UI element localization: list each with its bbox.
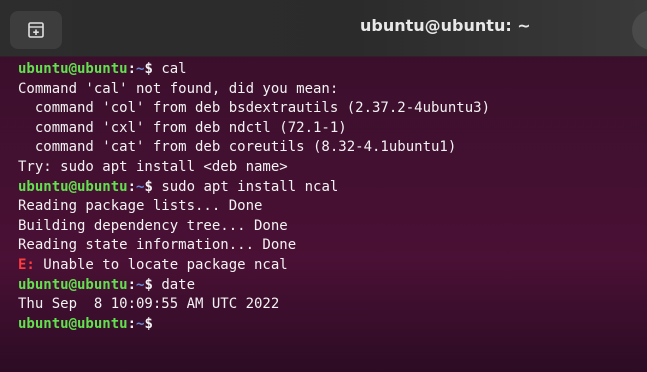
prompt-user-host: ubuntu@ubuntu [18, 61, 128, 77]
prompt-command: cal [161, 61, 187, 77]
prompt-colon: : [127, 178, 137, 195]
new-tab-button[interactable] [10, 11, 62, 49]
output-text: Thu Sep 8 10:09:55 AM UTC 2022 [18, 296, 280, 313]
title-bar: ubuntu@ubuntu: ~ [0, 0, 647, 56]
error-text: Unable to locate package ncal [34, 256, 288, 273]
terminal-output[interactable]: ubuntu@ubuntu:~$ cal Command 'cal' not fo… [18, 60, 647, 372]
prompt-user-host: ubuntu@ubuntu [18, 315, 128, 332]
prompt-user-host: ubuntu@ubuntu [18, 276, 128, 293]
output-text: Reading package lists... Done [18, 198, 263, 215]
prompt-colon: : [127, 315, 137, 332]
prompt-dollar: $ [144, 276, 162, 293]
output-text: command 'cat' from deb coreutils (8.32-4… [18, 139, 457, 156]
error-prefix: E: [18, 256, 35, 273]
output-text: Building dependency tree... Done [18, 217, 288, 234]
prompt-line: ubuntu@ubuntu:~$ sudo apt install ncal [18, 178, 647, 198]
output-text: command 'cxl' from deb ndctl (72.1-1) [18, 119, 347, 136]
output-line: Building dependency tree... Done [18, 217, 647, 237]
prompt-line: ubuntu@ubuntu:~$ cal [18, 60, 647, 80]
output-line: Command 'cal' not found, did you mean: [18, 80, 647, 100]
output-line: Thu Sep 8 10:09:55 AM UTC 2022 [18, 295, 647, 315]
output-line: Reading state information... Done [18, 236, 647, 256]
prompt-dollar: $ [144, 315, 153, 332]
error-line: E: Unable to locate package ncal [18, 256, 647, 276]
output-text: Try: sudo apt install <deb name> [18, 158, 288, 175]
output-text: Command 'cal' not found, did you mean: [18, 80, 339, 97]
prompt-command: date [161, 276, 196, 293]
window-title: ubuntu@ubuntu: ~ [360, 16, 531, 35]
new-tab-icon [27, 21, 45, 39]
menu-button[interactable] [632, 10, 647, 50]
prompt-dollar: $ [144, 61, 162, 77]
prompt-line: ubuntu@ubuntu:~$ date [18, 276, 647, 296]
prompt-line: ubuntu@ubuntu:~$ [18, 315, 647, 335]
output-line: Try: sudo apt install <deb name> [18, 158, 647, 178]
prompt-command: sudo apt install ncal [161, 178, 339, 195]
output-text: Reading state information... Done [18, 237, 297, 254]
prompt-colon: : [127, 61, 137, 77]
output-line: command 'col' from deb bsdextrautils (2.… [18, 99, 647, 119]
output-line: command 'cat' from deb coreutils (8.32-4… [18, 138, 647, 158]
output-text: command 'col' from deb bsdextrautils (2.… [18, 100, 491, 117]
prompt-user-host: ubuntu@ubuntu [18, 178, 128, 195]
terminal-window: ubuntu@ubuntu: ~ ubuntu@ubuntu:~$ cal Com… [0, 0, 647, 372]
prompt-colon: : [127, 276, 137, 293]
prompt-dollar: $ [144, 178, 162, 195]
output-line: command 'cxl' from deb ndctl (72.1-1) [18, 119, 647, 139]
output-line: Reading package lists... Done [18, 197, 647, 217]
